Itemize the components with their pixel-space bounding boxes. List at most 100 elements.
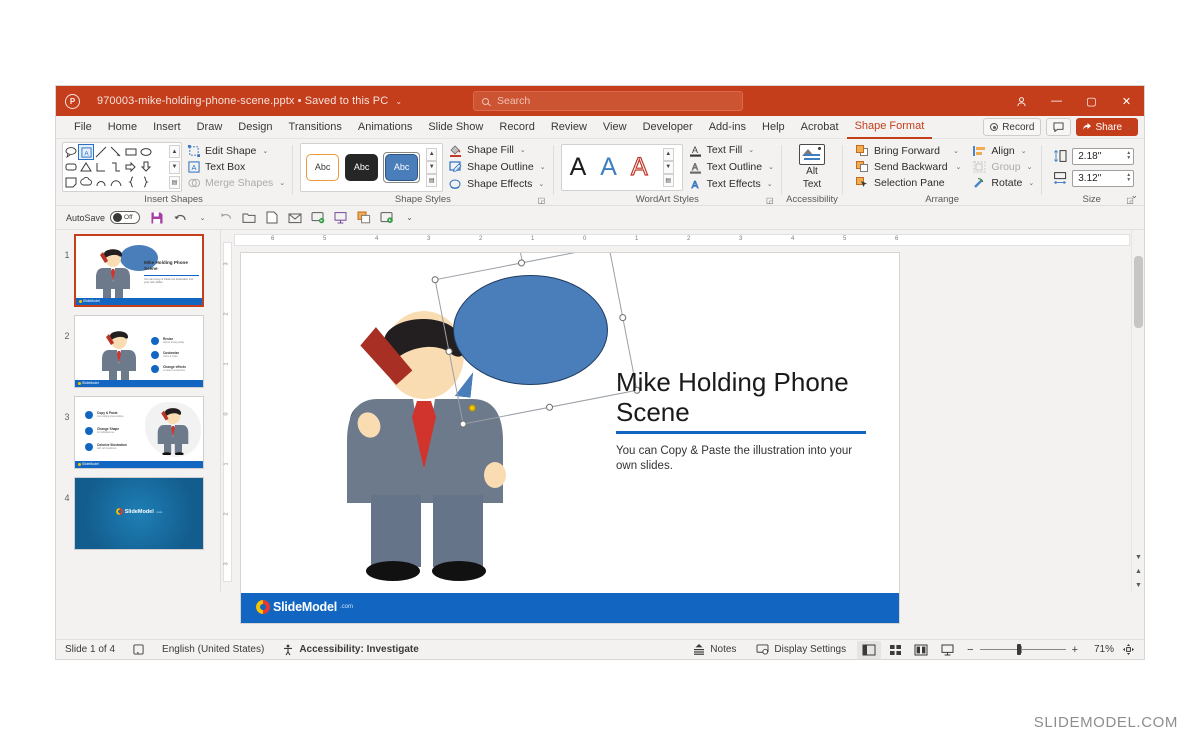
customize-quick-access-toolbar-caret[interactable]: ⌄ bbox=[399, 208, 420, 228]
shape-adjustment-handle[interactable] bbox=[468, 403, 477, 413]
rotation-handle[interactable] bbox=[511, 253, 527, 255]
shape-folded-corner-icon[interactable] bbox=[64, 175, 78, 189]
tab-file[interactable]: File bbox=[66, 116, 100, 139]
record-button[interactable]: Record bbox=[983, 118, 1042, 136]
slide-show-view-button[interactable] bbox=[935, 641, 959, 659]
slide-sorter-view-button[interactable] bbox=[883, 641, 907, 659]
wordart-style-option-1[interactable]: A bbox=[570, 154, 587, 180]
selection-handle-middle-right[interactable] bbox=[618, 313, 627, 322]
share-button[interactable]: Share ⌄ bbox=[1076, 118, 1138, 136]
wordart-scroll-down-button[interactable]: ▼ bbox=[662, 160, 674, 174]
thumbnail-slide-1[interactable]: Mike Holding Phone Scene You can Copy & … bbox=[74, 234, 204, 307]
tab-developer[interactable]: Developer bbox=[635, 116, 701, 139]
shape-height-input[interactable]: 2.18" ▲ ▼ bbox=[1072, 147, 1135, 165]
display-settings-button[interactable]: Display Settings bbox=[747, 644, 855, 655]
shape-style-option-3[interactable]: Abc bbox=[385, 153, 419, 181]
tab-add-ins[interactable]: Add-ins bbox=[701, 116, 754, 139]
minimize-button[interactable]: — bbox=[1039, 86, 1074, 116]
shape-style-option-1[interactable]: Abc bbox=[306, 153, 340, 181]
redo-icon[interactable] bbox=[215, 208, 236, 228]
tab-transitions[interactable]: Transitions bbox=[281, 116, 350, 139]
notes-button[interactable]: Notes bbox=[684, 644, 745, 655]
bring-forward-button[interactable]: Bring Forward ⌄ bbox=[856, 145, 961, 157]
tab-help[interactable]: Help bbox=[754, 116, 793, 139]
shape-line-arrow-icon[interactable] bbox=[109, 145, 123, 159]
shape-rectangle-icon[interactable] bbox=[124, 145, 138, 159]
normal-view-button[interactable] bbox=[857, 640, 882, 659]
save-icon[interactable] bbox=[146, 208, 167, 228]
scroll-down-arrow-icon[interactable]: ▼ bbox=[1132, 550, 1144, 564]
zoom-in-button[interactable]: + bbox=[1072, 644, 1078, 656]
zoom-slider-knob[interactable] bbox=[1016, 644, 1021, 655]
shape-styles-gallery[interactable]: Abc Abc Abc ▲ ▼ ▤ bbox=[300, 142, 444, 192]
scrollbar-thumb[interactable] bbox=[1134, 256, 1143, 328]
wordart-more-button[interactable]: ▤ bbox=[662, 173, 674, 187]
shape-styles-scroll-up-button[interactable]: ▲ bbox=[426, 147, 438, 161]
shape-styles-scroll-down-button[interactable]: ▼ bbox=[426, 160, 438, 174]
thumbnail-slide-2[interactable]: Resize without losing quality Customize … bbox=[74, 315, 204, 388]
tab-home[interactable]: Home bbox=[100, 116, 145, 139]
duplicate-icon[interactable] bbox=[353, 208, 374, 228]
shape-outline-button[interactable]: Shape Outline ⌄ bbox=[449, 160, 546, 174]
thumbnail-slide-4[interactable]: SlideModel .com bbox=[74, 477, 204, 550]
text-fill-button[interactable]: A Text Fill ⌄ bbox=[689, 144, 774, 157]
start-from-beginning-icon[interactable] bbox=[307, 208, 328, 228]
text-box-button[interactable]: A Text Box bbox=[188, 161, 285, 173]
slide-thumbnails-pane[interactable]: 1 Mike Holding Phone Scene You can Copy … bbox=[56, 230, 221, 592]
wordart-style-option-3[interactable]: A bbox=[630, 153, 648, 179]
present-icon[interactable] bbox=[330, 208, 351, 228]
title-chevron-down-icon[interactable]: ⌄ bbox=[395, 97, 402, 106]
shape-fill-button[interactable]: Shape Fill ⌄ bbox=[449, 144, 545, 157]
thumbnail-slide-3[interactable]: Copy & Paste into existing presentations… bbox=[74, 396, 204, 469]
search-input[interactable]: Search bbox=[473, 91, 743, 111]
present-online-icon[interactable] bbox=[376, 208, 397, 228]
align-button[interactable]: Align ⌄ bbox=[973, 145, 1034, 157]
accessibility-indicator[interactable]: Accessibility: Investigate bbox=[273, 644, 428, 656]
shapes-more-button[interactable]: ▤ bbox=[169, 176, 180, 189]
shape-curve-icon[interactable] bbox=[94, 175, 108, 189]
comments-button[interactable] bbox=[1046, 118, 1072, 136]
shapes-gallery[interactable]: A ▲ ▼ ▤ bbox=[62, 142, 182, 192]
send-backward-button[interactable]: Send Backward ⌄ bbox=[856, 161, 961, 173]
zoom-slider[interactable]: − + bbox=[967, 644, 1078, 656]
shape-width-spinner[interactable]: ▲ ▼ bbox=[1126, 173, 1131, 183]
tab-insert[interactable]: Insert bbox=[145, 116, 189, 139]
shape-styles-more-button[interactable]: ▤ bbox=[426, 173, 438, 187]
wordart-styles-dialog-launcher[interactable]: ◲ bbox=[766, 196, 775, 205]
shape-style-option-2[interactable]: Abc bbox=[345, 153, 379, 181]
autosave-toggle[interactable]: Off bbox=[110, 211, 141, 224]
fit-slide-to-window-icon[interactable] bbox=[1116, 641, 1140, 659]
shape-rounded-rectangle-icon[interactable] bbox=[64, 160, 78, 174]
selection-handle-top-left[interactable] bbox=[430, 275, 440, 284]
shape-down-arrow-icon[interactable] bbox=[139, 160, 153, 174]
shape-elbow-connector-icon[interactable] bbox=[94, 160, 108, 174]
text-effects-button[interactable]: A Text Effects ⌄ bbox=[689, 178, 774, 191]
email-icon[interactable] bbox=[284, 208, 305, 228]
language-indicator[interactable]: English (United States) bbox=[153, 644, 273, 655]
tab-acrobat[interactable]: Acrobat bbox=[793, 116, 847, 139]
collapse-ribbon-button[interactable]: ⌄ bbox=[1130, 190, 1138, 201]
edit-shape-button[interactable]: Edit Shape ⌄ bbox=[188, 145, 285, 157]
shape-height-spinner[interactable]: ▲ ▼ bbox=[1126, 151, 1131, 161]
new-slide-icon[interactable] bbox=[261, 208, 282, 228]
account-icon[interactable] bbox=[1004, 86, 1039, 116]
wordart-scroll-up-button[interactable]: ▲ bbox=[662, 147, 674, 161]
shape-triangle-icon[interactable] bbox=[79, 160, 93, 174]
next-slide-button[interactable]: ▼ bbox=[1132, 578, 1144, 592]
selection-handle-middle-left[interactable] bbox=[444, 347, 454, 356]
reading-view-button[interactable] bbox=[909, 641, 933, 659]
slide-notes-indicator[interactable] bbox=[124, 644, 153, 655]
slide-editing-canvas[interactable]: Mike Holding Phone Scene You can Copy & … bbox=[240, 252, 900, 624]
shape-effects-button[interactable]: Shape Effects ⌄ bbox=[449, 178, 545, 191]
shape-cloud-callout-icon[interactable] bbox=[79, 175, 93, 189]
canvas-vertical-scrollbar[interactable]: ▼ ▲ ▼ bbox=[1131, 230, 1144, 592]
shape-arc-icon[interactable] bbox=[109, 175, 123, 189]
shape-styles-dialog-launcher[interactable]: ◲ bbox=[538, 196, 547, 205]
close-button[interactable]: ✕ bbox=[1109, 86, 1144, 116]
tab-view[interactable]: View bbox=[595, 116, 635, 139]
alt-text-button[interactable]: Alt Text bbox=[789, 143, 835, 191]
rotate-button[interactable]: Rotate ⌄ bbox=[973, 177, 1034, 189]
maximize-button[interactable]: ▢ bbox=[1074, 86, 1109, 116]
autosave-control[interactable]: AutoSave Off bbox=[66, 211, 141, 224]
shape-line-icon[interactable] bbox=[94, 145, 108, 159]
